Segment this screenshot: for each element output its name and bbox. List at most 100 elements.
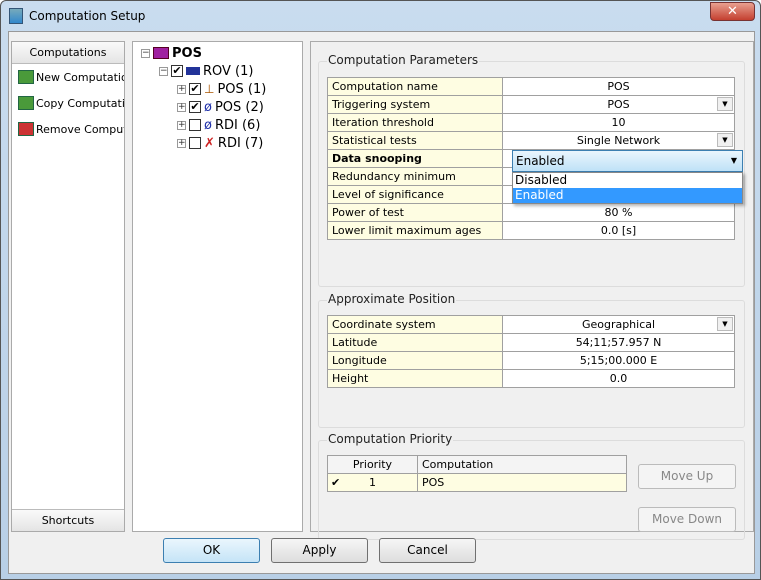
- new-computation-button[interactable]: New Computation: [12, 64, 124, 90]
- move-up-button[interactable]: Move Up: [638, 464, 736, 489]
- value: Geographical: [581, 318, 656, 331]
- shortcuts-header[interactable]: Shortcuts: [12, 509, 124, 531]
- app-icon: [9, 8, 23, 24]
- param-value[interactable]: Geographical ▼: [502, 315, 735, 334]
- column-header[interactable]: Computation: [417, 455, 627, 474]
- copy-computation-button[interactable]: Copy Computation: [12, 90, 124, 116]
- copy-computation-icon: [18, 96, 34, 110]
- param-value[interactable]: 54;11;57.957 N: [502, 333, 735, 352]
- sensor-icon: ø: [204, 117, 212, 133]
- param-value[interactable]: POS: [502, 77, 735, 96]
- computation-tree: − POS − ✔ ROV (1) + ✔ ⊥ POS (1) + ✔ ø POS (2) + ø R…: [132, 41, 303, 532]
- computation-value[interactable]: POS: [417, 473, 627, 492]
- apply-button[interactable]: Apply: [271, 538, 368, 563]
- param-label: Data snooping: [327, 149, 503, 168]
- checkbox[interactable]: ✔: [331, 476, 340, 489]
- tree-root[interactable]: POS: [172, 46, 202, 61]
- checkbox[interactable]: ✔: [189, 83, 201, 95]
- move-down-button[interactable]: Move Down: [638, 507, 736, 532]
- remove-computation-button[interactable]: Remove Computation: [12, 116, 124, 142]
- param-value[interactable]: 10: [502, 113, 735, 132]
- tree-item-rov[interactable]: ROV (1): [203, 64, 253, 79]
- dropdown-arrow-icon[interactable]: ▼: [717, 133, 733, 147]
- param-label: Level of significance: [327, 185, 503, 204]
- group-title: Computation Priority: [327, 432, 454, 446]
- param-label: Power of test: [327, 203, 503, 222]
- table-row: Iteration threshold 10: [327, 113, 735, 132]
- position-table: Coordinate system Geographical ▼ Latitude 5…: [327, 315, 735, 388]
- dropdown-list: Disabled Enabled: [512, 172, 743, 204]
- table-row: Computation name POS: [327, 77, 735, 96]
- tree-item[interactable]: POS (2): [215, 100, 264, 115]
- dialog-window: Computation Setup ✕ Computations New Com…: [0, 0, 761, 580]
- table-header: Priority Computation: [327, 455, 627, 474]
- group-title: Computation Parameters: [327, 53, 480, 67]
- label: Copy Computation: [36, 96, 124, 110]
- priority-table: Priority Computation ✔ 1 POS: [327, 455, 627, 492]
- checkbox[interactable]: [189, 137, 201, 149]
- table-row: Statistical tests Single Network ▼: [327, 131, 735, 150]
- param-label: Triggering system: [327, 95, 503, 114]
- priority-value: 1: [369, 476, 376, 489]
- param-label: Longitude: [327, 351, 503, 370]
- sensor-icon: ø: [204, 99, 212, 115]
- value: POS: [607, 98, 630, 111]
- cancel-button[interactable]: Cancel: [379, 538, 476, 563]
- collapse-toggle[interactable]: −: [159, 66, 168, 76]
- collapse-toggle[interactable]: −: [141, 48, 150, 58]
- antenna-icon: ⊥: [204, 82, 215, 96]
- param-value[interactable]: 80 %: [502, 203, 735, 222]
- value: Enabled: [516, 154, 565, 168]
- data-snooping-combo[interactable]: Enabled ▼: [512, 150, 743, 172]
- remove-computation-icon: [18, 122, 34, 136]
- checkbox[interactable]: ✔: [189, 101, 201, 113]
- param-value[interactable]: Single Network ▼: [502, 131, 735, 150]
- value: Single Network: [576, 134, 661, 147]
- expand-toggle[interactable]: +: [177, 102, 186, 112]
- sensor-icon: ✗: [204, 135, 215, 151]
- table-row: Height 0.0: [327, 369, 735, 388]
- window-title: Computation Setup: [29, 9, 146, 23]
- computations-header[interactable]: Computations: [12, 42, 124, 64]
- table-row: Triggering system POS ▼: [327, 95, 735, 114]
- label: New Computation: [36, 70, 124, 84]
- param-value[interactable]: 5;15;00.000 E: [502, 351, 735, 370]
- option-disabled[interactable]: Disabled: [513, 173, 742, 188]
- dropdown-arrow-icon[interactable]: ▼: [717, 97, 733, 111]
- table-row: ✔ 1 POS: [327, 473, 627, 492]
- title-bar: Computation Setup: [9, 8, 145, 24]
- checkbox[interactable]: [189, 119, 201, 131]
- close-button[interactable]: ✕: [710, 2, 755, 21]
- table-row: Lower limit maximum ages 0.0 [s]: [327, 221, 735, 240]
- table-row: Coordinate system Geographical ▼: [327, 315, 735, 334]
- expand-toggle[interactable]: +: [177, 138, 186, 148]
- expand-toggle[interactable]: +: [177, 84, 186, 94]
- computation-priority-group: Computation Priority Priority Computation…: [318, 432, 745, 540]
- param-value[interactable]: POS ▼: [502, 95, 735, 114]
- new-computation-icon: [18, 70, 34, 84]
- column-header[interactable]: Priority: [327, 455, 418, 474]
- checkbox[interactable]: ✔: [171, 65, 183, 77]
- param-value[interactable]: 0.0: [502, 369, 735, 388]
- option-enabled[interactable]: Enabled: [513, 188, 742, 203]
- computation-icon: [153, 47, 169, 59]
- tree-item[interactable]: RDI (7): [218, 136, 263, 151]
- dropdown-arrow-icon[interactable]: ▼: [717, 317, 733, 331]
- param-label: Computation name: [327, 77, 503, 96]
- ok-button[interactable]: OK: [163, 538, 260, 563]
- tree-item[interactable]: RDI (6): [215, 118, 260, 133]
- settings-panel: Computation Parameters Computation name P…: [310, 41, 754, 540]
- computation-parameters-group: Computation Parameters Computation name P…: [318, 53, 745, 287]
- tree-item[interactable]: POS (1): [217, 82, 266, 97]
- dropdown-arrow-icon[interactable]: ▼: [731, 151, 737, 171]
- param-label: Coordinate system: [327, 315, 503, 334]
- table-row: Latitude 54;11;57.957 N: [327, 333, 735, 352]
- label: Remove Computation: [36, 122, 124, 136]
- vessel-icon: [186, 67, 200, 75]
- param-value[interactable]: 0.0 [s]: [502, 221, 735, 240]
- client-area: Computations New Computation Copy Comput…: [8, 31, 755, 574]
- param-label: Statistical tests: [327, 131, 503, 150]
- expand-toggle[interactable]: +: [177, 120, 186, 130]
- param-label: Height: [327, 369, 503, 388]
- param-label: Lower limit maximum ages: [327, 221, 503, 240]
